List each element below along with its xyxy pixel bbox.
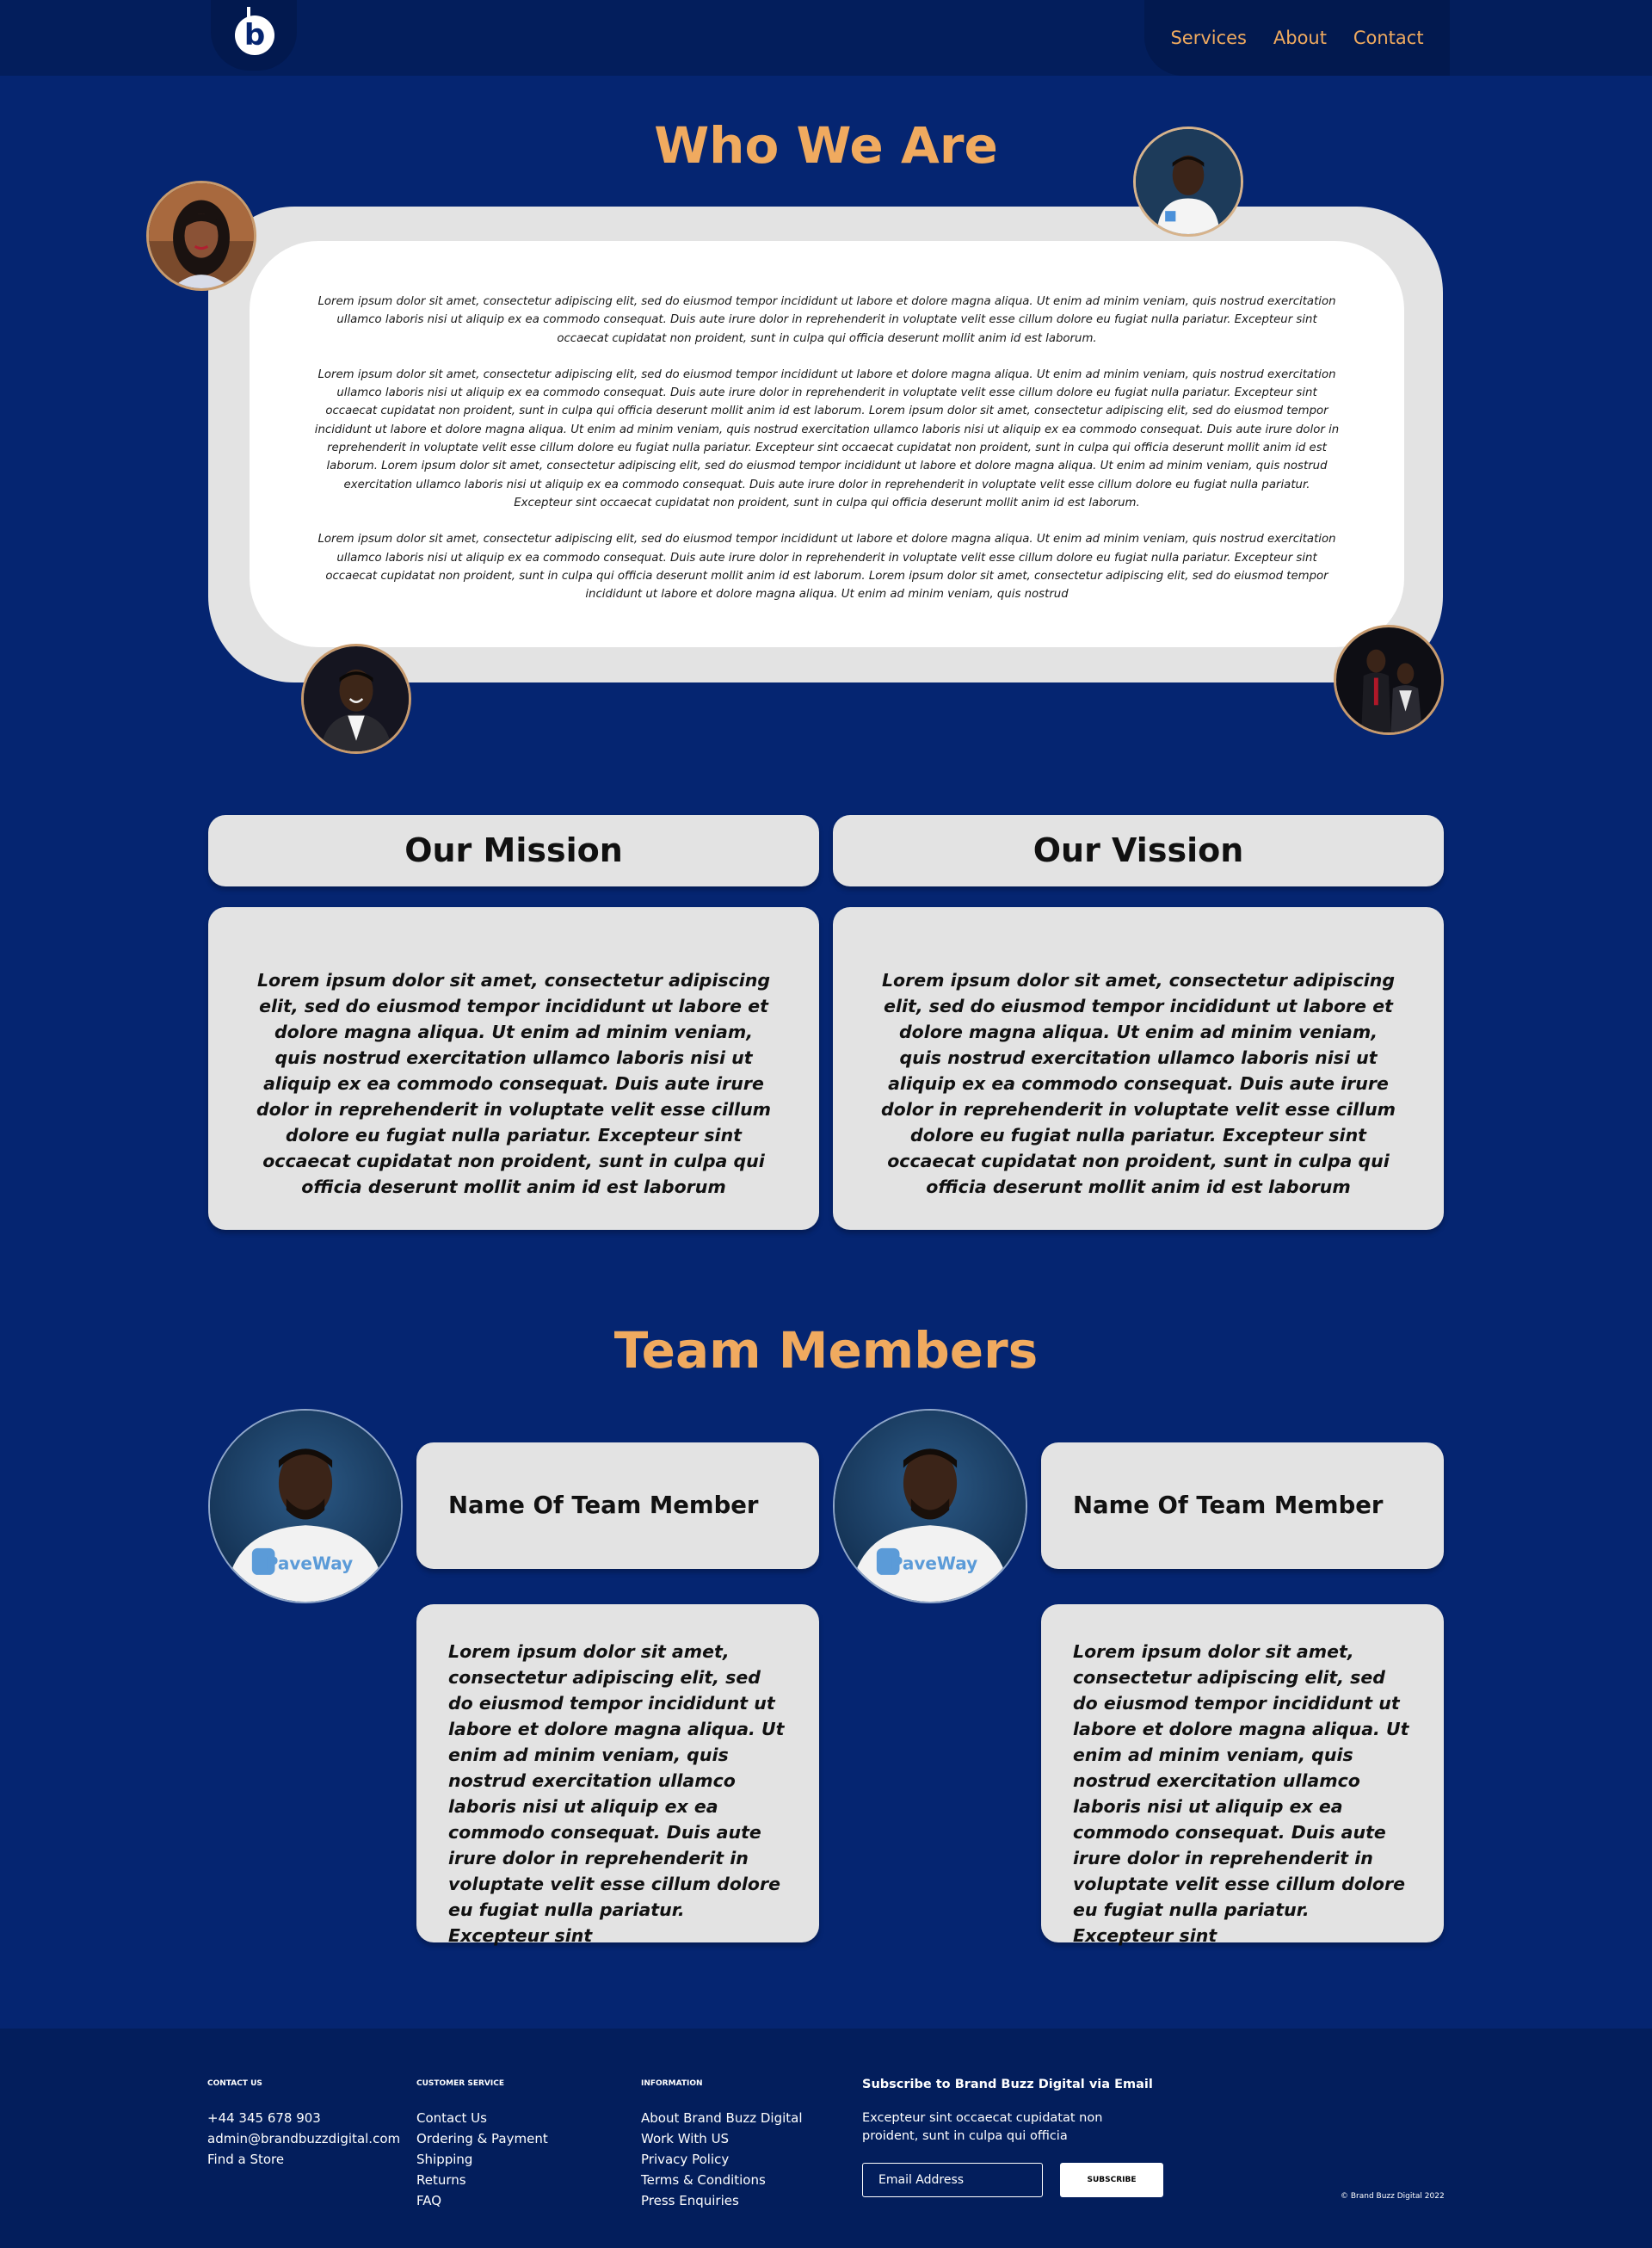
- subscribe-button[interactable]: SUBSCRIBE: [1060, 2163, 1163, 2197]
- footer-service-list: Contact Us Ordering & Payment Shipping R…: [416, 2108, 548, 2211]
- who-we-are-title: Who We Are: [654, 116, 998, 175]
- footer-info-list: About Brand Buzz Digital Work With US Pr…: [641, 2108, 803, 2211]
- nav-link-contact[interactable]: Contact: [1353, 28, 1424, 48]
- team-member-1-photo: PaveWay: [208, 1409, 403, 1603]
- avatar-man-top: [1133, 127, 1243, 237]
- footer-link-faq[interactable]: FAQ: [416, 2190, 548, 2211]
- subscribe-description: Excepteur sint occaecat cupidatat non pr…: [862, 2111, 1103, 2143]
- man-suit-portrait-image: [304, 646, 409, 751]
- nav-links: Services About Contact: [1144, 0, 1450, 76]
- subscribe-title: Subscribe to Brand Buzz Digital via Emai…: [862, 2078, 1153, 2091]
- footer-link-ordering[interactable]: Ordering & Payment: [416, 2128, 548, 2149]
- footer-find-store[interactable]: Find a Store: [207, 2149, 400, 2170]
- team-member-1-bio: Lorem ipsum dolor sit amet, consectetur …: [416, 1604, 819, 1946]
- shirt-logo-text: PaveWay: [266, 1553, 353, 1573]
- footer-contact-list: +44 345 678 903 admin@brandbuzzdigital.c…: [207, 2108, 400, 2170]
- man-portrait-image: [1136, 129, 1241, 234]
- footer-info-heading: INFORMATION: [641, 2079, 703, 2088]
- team-member-2-portrait-image: PaveWay: [835, 1411, 1026, 1602]
- brand-logo[interactable]: b: [235, 7, 274, 55]
- avatar-group: [1334, 625, 1444, 735]
- group-photo-image: [1336, 627, 1441, 732]
- who-we-are-card: Lorem ipsum dolor sit amet, consectetur …: [250, 241, 1404, 647]
- top-navigation: b Services About Contact: [0, 0, 1652, 76]
- who-paragraph-1: Lorem ipsum dolor sit amet, consectetur …: [317, 295, 1336, 345]
- nav-link-about[interactable]: About: [1273, 28, 1327, 48]
- footer-service-heading: CUSTOMER SERVICE: [416, 2079, 504, 2088]
- footer-link-returns[interactable]: Returns: [416, 2170, 548, 2190]
- logo-container: b: [211, 0, 297, 71]
- avatar-woman: [146, 181, 256, 291]
- who-paragraph-2: Lorem ipsum dolor sit amet, consectetur …: [314, 367, 1340, 510]
- footer-email[interactable]: admin@brandbuzzdigital.com: [207, 2128, 400, 2149]
- avatar-man-suit: [301, 644, 411, 754]
- who-paragraph-3: Lorem ipsum dolor sit amet, consectetur …: [317, 533, 1336, 602]
- footer-link-about[interactable]: About Brand Buzz Digital: [641, 2108, 803, 2128]
- mission-heading: Our Mission: [208, 815, 819, 886]
- footer-contact-heading: CONTACT US: [207, 2079, 262, 2088]
- copyright-text: © Brand Buzz Digital 2022: [1341, 2192, 1445, 2201]
- shirt-logo-text: PaveWay: [891, 1553, 977, 1573]
- footer-link-terms[interactable]: Terms & Conditions: [641, 2170, 803, 2190]
- team-members-title: Team Members: [613, 1321, 1039, 1380]
- woman-portrait-image: [149, 183, 254, 288]
- vision-heading: Our Vission: [833, 815, 1444, 886]
- subscribe-email-input[interactable]: [862, 2163, 1043, 2197]
- nav-link-services[interactable]: Services: [1170, 28, 1247, 48]
- mission-text: Lorem ipsum dolor sit amet, consectetur …: [208, 907, 819, 1230]
- footer-link-shipping[interactable]: Shipping: [416, 2149, 548, 2170]
- team-member-1-name: Name Of Team Member: [416, 1442, 819, 1569]
- team-member-1-portrait-image: PaveWay: [210, 1411, 401, 1602]
- team-member-2-photo: PaveWay: [833, 1409, 1027, 1603]
- footer-phone[interactable]: +44 345 678 903: [207, 2108, 400, 2128]
- vision-text: Lorem ipsum dolor sit amet, consectetur …: [833, 907, 1444, 1230]
- team-member-2-name: Name Of Team Member: [1041, 1442, 1444, 1569]
- footer-link-press[interactable]: Press Enquiries: [641, 2190, 803, 2211]
- footer-link-contact-us[interactable]: Contact Us: [416, 2108, 548, 2128]
- footer: CONTACT US +44 345 678 903 admin@brandbu…: [0, 2029, 1652, 2248]
- footer-link-work-with-us[interactable]: Work With US: [641, 2128, 803, 2149]
- team-member-2-bio: Lorem ipsum dolor sit amet, consectetur …: [1041, 1604, 1444, 1946]
- footer-link-privacy[interactable]: Privacy Policy: [641, 2149, 803, 2170]
